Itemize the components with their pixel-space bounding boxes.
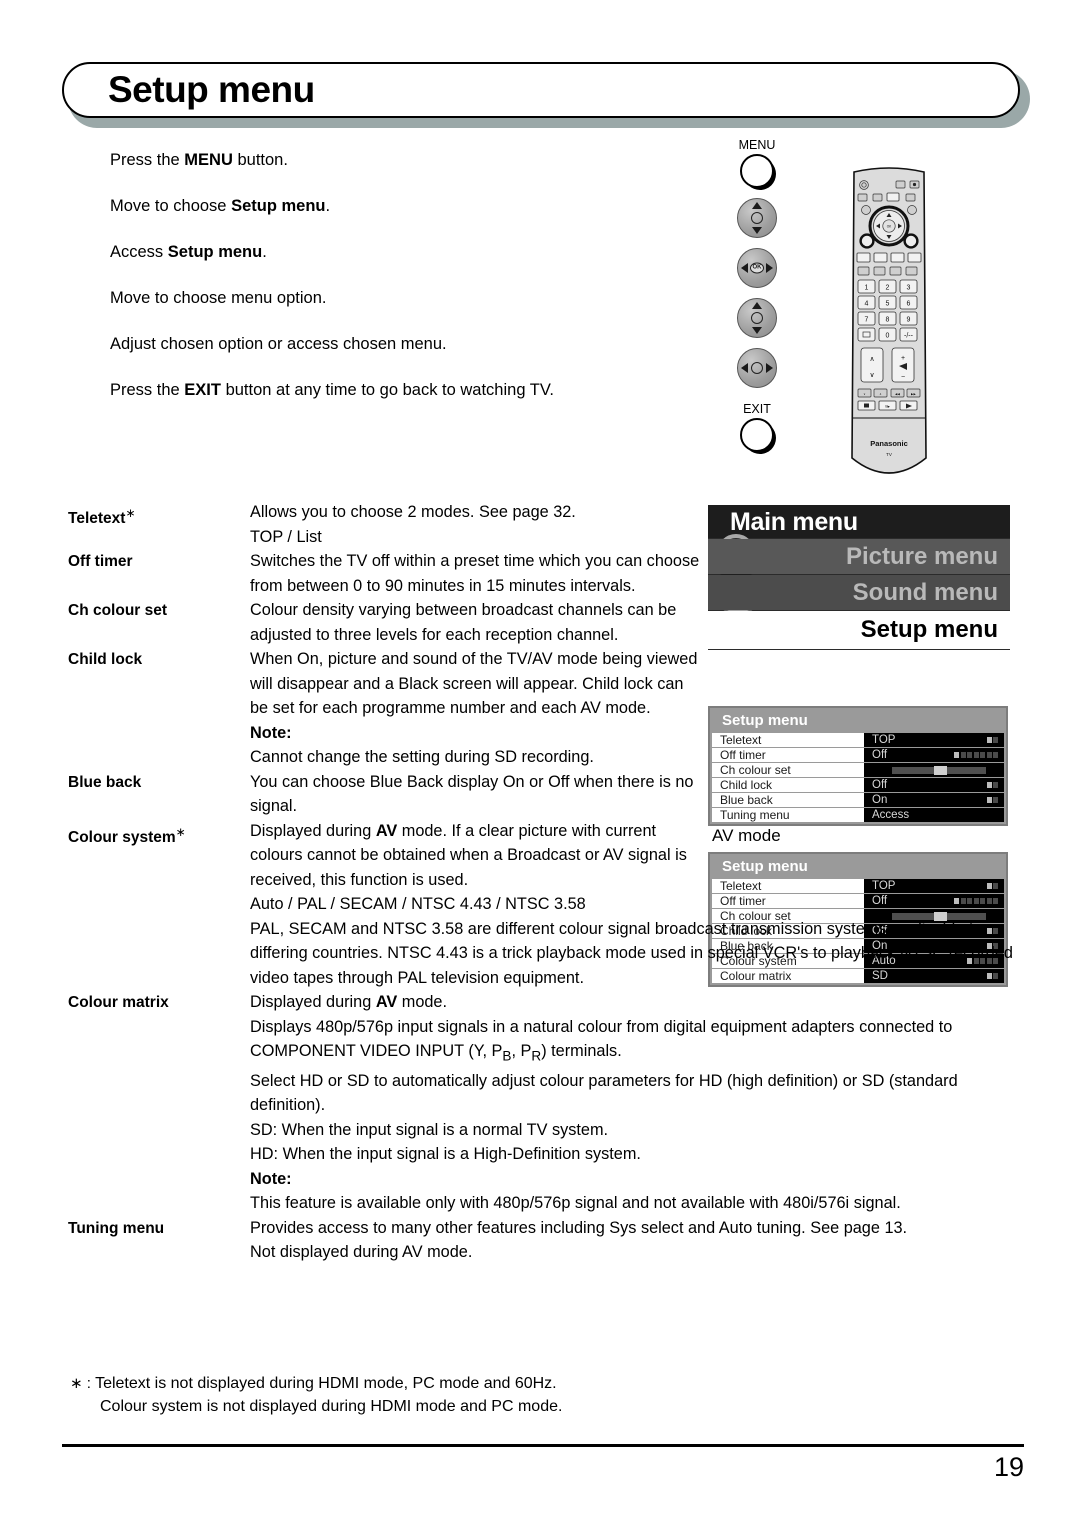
menu-callout-label: MENU — [738, 138, 776, 152]
footnote-marker: ∗ : — [70, 1375, 91, 1392]
description-term: Blue back — [68, 773, 142, 791]
ok-label: OK — [750, 262, 764, 274]
svg-text:1: 1 — [865, 285, 869, 292]
description-row: Teletext∗ Allows you to choose 2 modes. S… — [68, 500, 1018, 549]
description-term: Child lock — [68, 651, 143, 668]
description-row: PAL, SECAM and NTSC 3.58 are different c… — [68, 917, 1018, 991]
svg-text:∨: ∨ — [863, 392, 865, 396]
description-term: Teletext∗ — [68, 506, 136, 528]
description-row: Ch colour set Colour density varying betw… — [68, 598, 1018, 647]
svg-text:4: 4 — [865, 301, 869, 308]
svg-text:∧: ∧ — [869, 356, 874, 363]
svg-text:TV: TV — [886, 452, 892, 457]
menu-button-icon — [740, 154, 774, 188]
svg-text:−: − — [901, 374, 905, 381]
description-row: Child lock When On, picture and sound of … — [68, 647, 1018, 770]
description-row: Colour matrix Displayed during AV mode. Di… — [68, 990, 1018, 1216]
description-term: Colour matrix — [68, 994, 169, 1011]
description-body: PAL, SECAM and NTSC 3.58 are different c… — [250, 919, 1013, 987]
step-move-choose-setup: Move to choose Setup menu. — [110, 197, 331, 215]
footer-divider — [62, 1444, 1024, 1447]
svg-text:8: 8 — [886, 317, 890, 324]
ok-pad-icon: OK — [737, 248, 777, 288]
description-row: Blue back You can choose Blue Back displa… — [68, 770, 1018, 819]
description-term — [68, 917, 250, 991]
svg-text:∧: ∧ — [879, 392, 881, 396]
svg-text:+: + — [901, 355, 905, 362]
step-adjust-option: Adjust chosen option or access chosen me… — [110, 335, 447, 353]
step-press-menu: Press the MENU button. — [110, 151, 288, 169]
svg-text:0: 0 — [886, 333, 890, 340]
description-term: Off timer — [68, 553, 133, 570]
footnote-line-1: Teletext is not displayed during HDMI mo… — [95, 1375, 557, 1392]
page-number: 19 — [993, 1452, 1024, 1482]
svg-text:▶▶: ▶▶ — [911, 392, 916, 396]
svg-text:6: 6 — [907, 301, 911, 308]
left-right-pad-icon — [737, 348, 777, 388]
footnote-line-2: Colour system is not displayed during HD… — [100, 1398, 563, 1415]
svg-text:◀◀: ◀◀ — [895, 392, 900, 396]
svg-text:II/▶: II/▶ — [885, 404, 891, 408]
description-row: Off timer Switches the TV off within a pr… — [68, 549, 1018, 598]
svg-text:5: 5 — [886, 301, 890, 308]
description-body: Displayed during AV mode. Displays 480p/5… — [250, 993, 958, 1213]
description-body: Displayed during AV mode. If a clear pic… — [250, 821, 687, 914]
description-body: Switches the TV off within a preset time… — [250, 552, 700, 595]
description-row: Colour system∗ Displayed during AV mode. … — [68, 819, 1018, 917]
remote-control-illustration: .bdy{fill:#dcdcdc;stroke:#111;stroke-wid… — [846, 158, 932, 488]
footnote-block: ∗ : Teletext is not displayed during HDM… — [70, 1372, 562, 1418]
svg-text:3: 3 — [907, 285, 911, 292]
description-term: Tuning menu — [68, 1219, 165, 1237]
step-move-choose-option: Move to choose menu option. — [110, 289, 327, 307]
page-title: Setup menu — [108, 69, 315, 110]
step-press-exit: Press the EXIT button at any time to go … — [110, 381, 554, 399]
description-body: When On, picture and sound of the TV/AV … — [250, 650, 698, 766]
description-row: Tuning menu Provides access to many other… — [68, 1216, 1018, 1265]
description-body: Provides access to many other features i… — [250, 1218, 908, 1262]
description-term: Colour system∗ — [68, 824, 186, 846]
instruction-steps: Press the MENU button. Move to choose Set… — [110, 150, 730, 426]
exit-callout-label: EXIT — [743, 402, 771, 416]
exit-button-icon — [740, 418, 774, 452]
feature-description-list: Teletext∗ Allows you to choose 2 modes. S… — [68, 500, 1018, 1265]
svg-text:9: 9 — [907, 317, 911, 324]
up-down-pad-icon — [737, 198, 777, 238]
page-header: Setup menu — [62, 62, 1030, 128]
svg-text:-/--: -/-- — [904, 332, 914, 339]
description-body: You can choose Blue Back display On or O… — [250, 772, 694, 816]
description-body: Allows you to choose 2 modes. See page 3… — [250, 503, 576, 546]
up-down-pad-icon-2 — [737, 298, 777, 338]
svg-text:Panasonic: Panasonic — [870, 439, 908, 448]
svg-text:7: 7 — [865, 317, 869, 324]
svg-text:2: 2 — [886, 285, 890, 292]
description-term: Ch colour set — [68, 602, 168, 619]
step-access-setup: Access Setup menu. — [110, 243, 267, 261]
svg-text:∨: ∨ — [869, 372, 874, 379]
description-body: Colour density varying between broadcast… — [250, 601, 677, 644]
remote-callout-column: MENU OK EXIT — [722, 138, 792, 452]
